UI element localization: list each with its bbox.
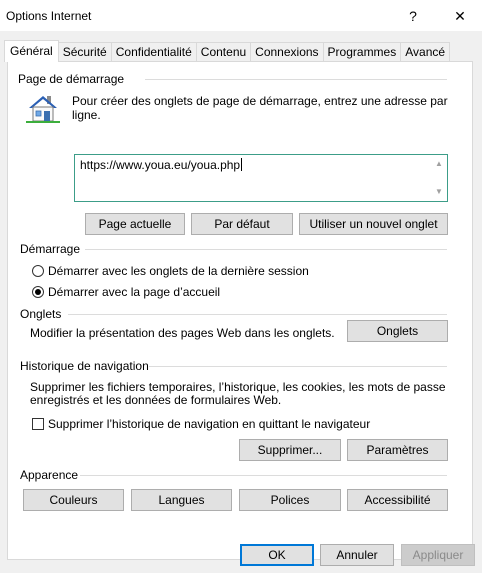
default-page-button[interactable]: Par défaut (191, 213, 293, 235)
dialog-body: Général Sécurité Confidentialité Contenu… (0, 31, 482, 573)
text-caret (241, 158, 243, 171)
history-settings-button[interactable]: Paramètres (347, 439, 448, 461)
divider (80, 475, 447, 476)
new-tab-button[interactable]: Utiliser un nouvel onglet (299, 213, 448, 235)
tab-content[interactable]: Contenu (195, 42, 252, 61)
history-description-line2: enregistrés et les données de formulaire… (30, 393, 282, 407)
divider (145, 79, 447, 80)
homepage-section-label: Page de démarrage (18, 72, 125, 86)
start-home-page-radio[interactable] (32, 286, 44, 298)
tab-privacy[interactable]: Confidentialité (110, 42, 197, 61)
accessibility-button[interactable]: Accessibilité (347, 489, 448, 511)
homepage-url-text: https://www.youa.eu/youa.php (80, 158, 241, 172)
history-description-line1: Supprimer les fichiers temporaires, l’hi… (30, 380, 446, 394)
languages-button[interactable]: Langues (131, 489, 232, 511)
delete-history-button[interactable]: Supprimer... (239, 439, 341, 461)
tab-programs[interactable]: Programmes (322, 42, 402, 61)
help-button[interactable]: ? (393, 3, 433, 29)
title-bar: Options Internet ? ✕ (0, 0, 482, 31)
tab-security[interactable]: Sécurité (57, 42, 112, 61)
tab-advanced[interactable]: Avancé (400, 42, 451, 61)
home-icon (26, 91, 60, 125)
general-tab-panel: Page de démarrage Pour créer des onglets… (7, 61, 473, 560)
tabs-section-label: Onglets (20, 307, 62, 321)
homepage-url-value: https://www.youa.eu/youa.php (80, 158, 243, 172)
divider (85, 249, 447, 250)
window-title: Options Internet (6, 9, 92, 23)
divider (149, 366, 447, 367)
delete-on-exit-label: Supprimer l’historique de navigation en … (48, 417, 371, 431)
start-last-session-radio[interactable] (32, 265, 44, 277)
startup-section-label: Démarrage (20, 242, 81, 256)
colors-button[interactable]: Couleurs (23, 489, 124, 511)
divider (68, 314, 447, 315)
current-page-button[interactable]: Page actuelle (85, 213, 185, 235)
homepage-url-input[interactable]: https://www.youa.eu/youa.php ▲ ▼ (74, 154, 448, 202)
appearance-section-label: Apparence (20, 468, 79, 482)
start-last-session-label: Démarrer avec les onglets de la dernière… (48, 264, 309, 278)
close-button[interactable]: ✕ (440, 3, 480, 29)
tabs-settings-button[interactable]: Onglets (347, 320, 448, 342)
textarea-scrollbar[interactable]: ▲ ▼ (431, 155, 447, 201)
cancel-button[interactable]: Annuler (320, 544, 394, 566)
apply-button[interactable]: Appliquer (401, 544, 475, 566)
tab-strip: Général Sécurité Confidentialité Contenu… (4, 40, 451, 62)
start-home-page-label: Démarrer avec la page d’accueil (48, 285, 221, 299)
history-section-label: Historique de navigation (20, 359, 149, 373)
scroll-down-icon[interactable]: ▼ (435, 187, 443, 196)
tabs-description: Modifier la présentation des pages Web d… (30, 326, 335, 340)
tab-general[interactable]: Général (4, 40, 59, 62)
delete-on-exit-checkbox[interactable] (32, 418, 44, 430)
scroll-up-icon[interactable]: ▲ (435, 159, 443, 168)
tab-connections[interactable]: Connexions (250, 42, 324, 61)
ok-button[interactable]: OK (240, 544, 314, 566)
homepage-description: Pour créer des onglets de page de démarr… (72, 94, 448, 122)
fonts-button[interactable]: Polices (239, 489, 341, 511)
